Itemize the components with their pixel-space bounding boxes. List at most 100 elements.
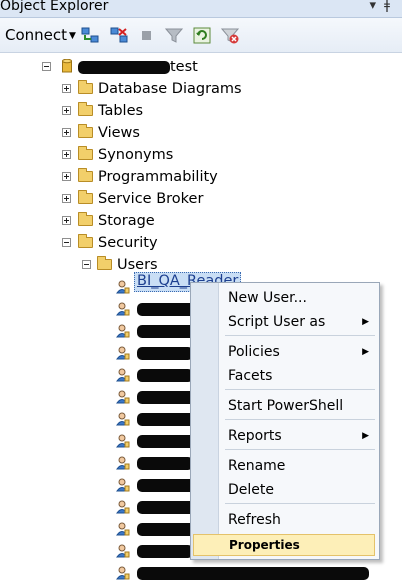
tree-folder-storage[interactable]: Storage (0, 212, 402, 234)
redacted-user-name (137, 435, 195, 448)
database-node[interactable]: test (0, 58, 402, 80)
folder-label: Tables (98, 103, 144, 119)
pin-icon[interactable]: ǂ (384, 0, 398, 13)
redacted-user-name (137, 369, 193, 382)
user-icon (116, 544, 130, 558)
expand-icon[interactable] (62, 84, 71, 93)
menu-item-label: Policies (228, 344, 280, 360)
redacted-user-name (137, 325, 197, 338)
redacted-user-name (137, 567, 369, 580)
folder-label: Security (98, 235, 158, 251)
window-title: Object Explorer (0, 0, 109, 14)
submenu-arrow-icon: ▶ (362, 347, 369, 357)
tree-folder-programmability[interactable]: Programmability (0, 168, 402, 190)
expand-icon[interactable] (62, 106, 71, 115)
database-icon (62, 59, 72, 73)
object-explorer-titlebar: Object Explorer ▾ǂ (0, 0, 402, 18)
user-icon (116, 500, 130, 514)
menu-item-policies[interactable]: Policies ▶ (191, 341, 379, 363)
user-icon (116, 324, 130, 338)
connect-button[interactable]: Connect ▼ (5, 26, 76, 44)
menu-item-properties[interactable]: Properties (193, 534, 375, 556)
folder-label: Service Broker (98, 191, 204, 207)
expand-icon[interactable] (62, 150, 71, 159)
tree-folder-tables[interactable]: Tables (0, 102, 402, 124)
collapse-icon[interactable] (82, 260, 91, 269)
menu-item-start-powershell[interactable]: Start PowerShell (191, 395, 379, 417)
expand-icon[interactable] (62, 194, 71, 203)
folder-icon (78, 80, 93, 94)
user-icon (116, 346, 130, 360)
folder-icon (78, 234, 93, 248)
redacted-user-name (137, 391, 195, 404)
tree-folder-database-diagrams[interactable]: Database Diagrams (0, 80, 402, 102)
menu-item-label: Start PowerShell (228, 398, 344, 414)
folder-icon (78, 102, 93, 116)
menu-item-refresh[interactable]: Refresh (191, 509, 379, 531)
folder-icon (78, 190, 93, 204)
connect-object-explorer-icon[interactable] (81, 27, 99, 44)
filter-icon[interactable] (165, 27, 183, 44)
menu-item-label: Reports (228, 428, 282, 444)
user-icon (116, 368, 130, 382)
expand-icon[interactable] (62, 216, 71, 225)
redacted-user-name (137, 523, 195, 536)
clear-filter-icon[interactable] (221, 27, 239, 44)
user-icon (116, 434, 130, 448)
menu-item-label: New User... (228, 290, 307, 306)
submenu-arrow-icon: ▶ (362, 317, 369, 327)
menu-item-rename[interactable]: Rename (191, 455, 379, 477)
chevron-down-icon: ▼ (69, 31, 76, 41)
folder-icon (78, 168, 93, 182)
menu-item-label: Facets (228, 368, 273, 384)
expand-icon[interactable] (62, 128, 71, 137)
dropdown-icon[interactable]: ▾ (370, 0, 385, 13)
menu-separator (225, 419, 375, 420)
menu-item-delete[interactable]: Delete (191, 479, 379, 501)
menu-item-label: Delete (228, 482, 274, 498)
folder-icon (78, 124, 93, 138)
database-name-suffix: test (170, 59, 198, 75)
stop-icon[interactable] (138, 27, 156, 44)
menu-item-label: Script User as (228, 314, 326, 330)
menu-separator (225, 449, 375, 450)
tree-folder-synonyms[interactable]: Synonyms (0, 146, 402, 168)
folder-label: Storage (98, 213, 155, 229)
menu-item-script-user-as[interactable]: Script User as ▶ (191, 311, 379, 333)
redacted-user-name (137, 413, 197, 426)
redacted-user-name (137, 347, 193, 360)
menu-item-label: Refresh (228, 512, 281, 528)
submenu-arrow-icon: ▶ (362, 431, 369, 441)
folder-icon (78, 146, 93, 160)
expand-icon[interactable] (62, 172, 71, 181)
menu-separator (225, 503, 375, 504)
user-icon (116, 390, 130, 404)
redacted-user-name (137, 457, 193, 470)
menu-item-label: Properties (229, 538, 300, 552)
menu-separator (225, 335, 375, 336)
menu-item-facets[interactable]: Facets (191, 365, 379, 387)
titlebar-controls: ▾ǂ (370, 0, 399, 13)
user-icon (116, 566, 130, 580)
folder-label: Views (98, 125, 140, 141)
tree-folder-service-broker[interactable]: Service Broker (0, 190, 402, 212)
redacted-database-name (78, 61, 170, 74)
collapse-icon[interactable] (62, 238, 71, 247)
object-explorer-toolbar: Connect ▼ (0, 18, 402, 53)
redacted-user-name (137, 479, 195, 492)
refresh-icon[interactable] (193, 27, 211, 44)
user-icon (116, 478, 130, 492)
disconnect-icon[interactable] (110, 27, 128, 44)
redacted-user-name (137, 545, 193, 558)
user-node[interactable] (0, 564, 402, 586)
tree-folder-views[interactable]: Views (0, 124, 402, 146)
connect-label: Connect (5, 26, 68, 44)
user-icon (116, 280, 130, 294)
user-icon (116, 412, 130, 426)
tree-folder-security[interactable]: Security (0, 234, 402, 256)
folder-label: Database Diagrams (98, 81, 242, 97)
collapse-icon[interactable] (42, 62, 51, 71)
menu-item-new-user[interactable]: New User... (191, 287, 379, 309)
user-icon (116, 522, 130, 536)
menu-item-reports[interactable]: Reports ▶ (191, 425, 379, 447)
